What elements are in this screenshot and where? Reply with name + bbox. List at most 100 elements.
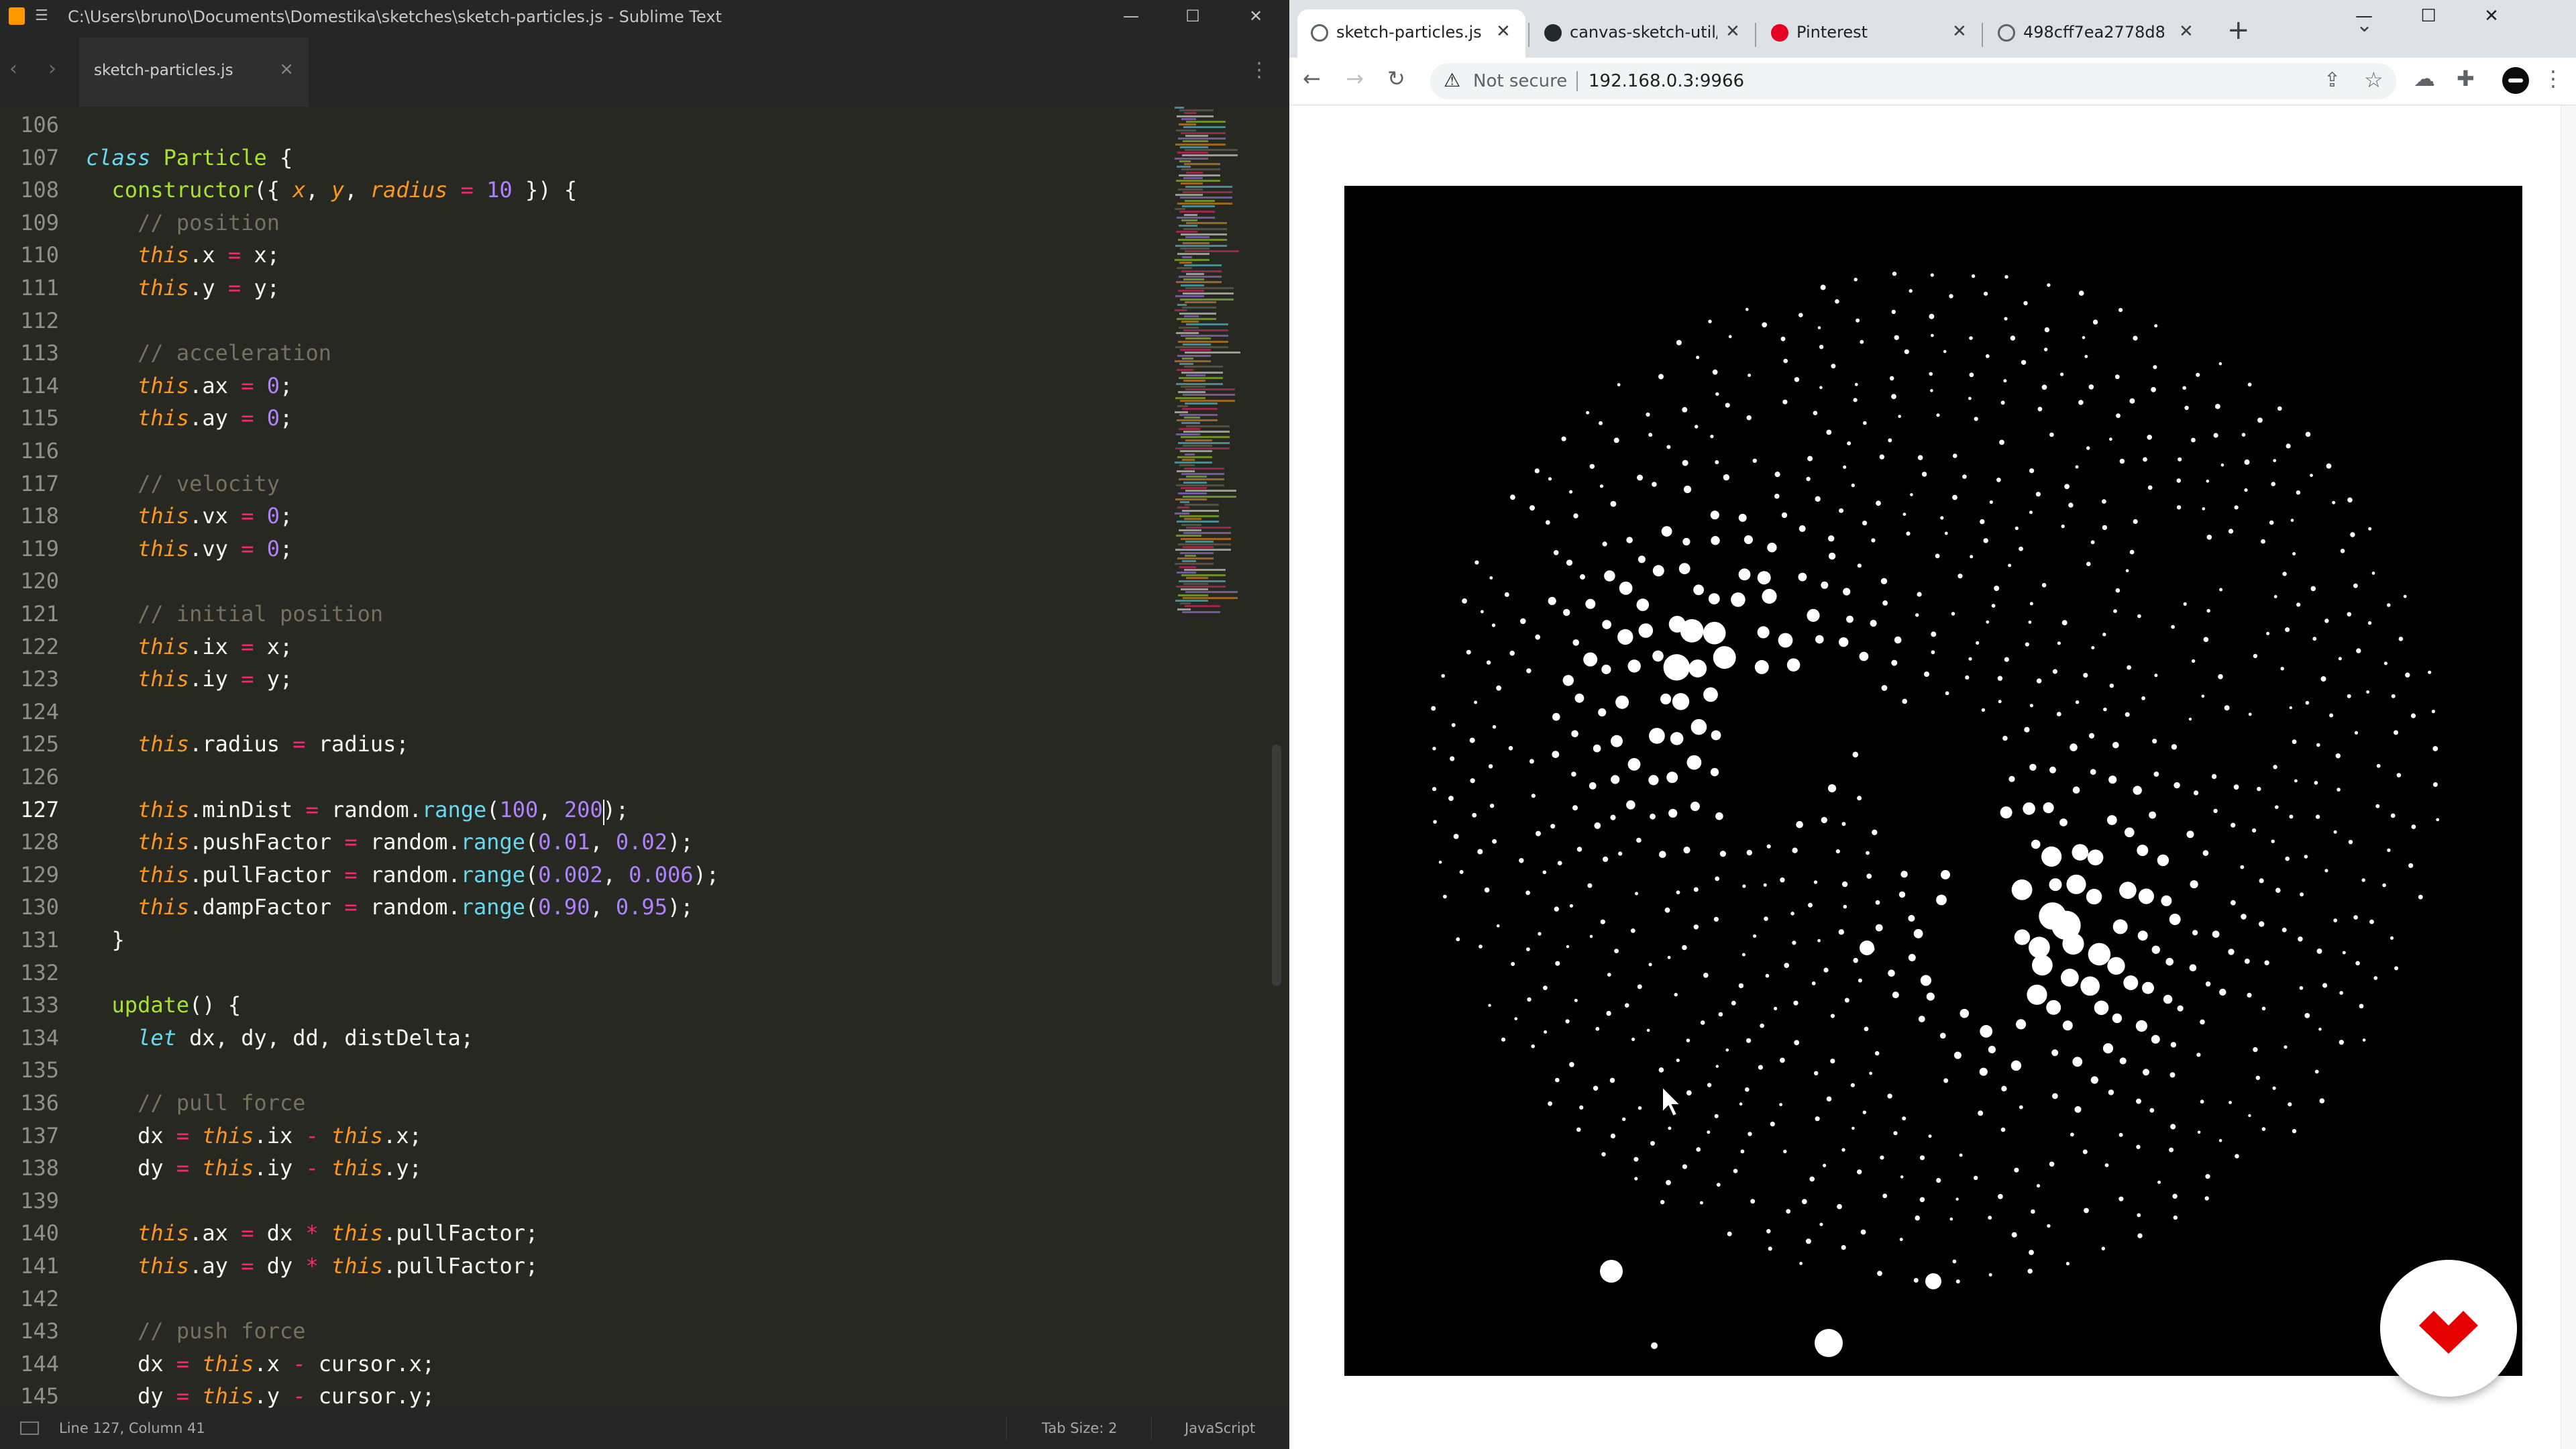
new-tab-button[interactable]: +: [2227, 15, 2250, 46]
close-tab-icon[interactable]: ✕: [1496, 21, 1511, 42]
kebab-menu-icon[interactable]: ⋮: [2542, 66, 2564, 91]
browser-tab-498cff[interactable]: 498cff7ea2778d83b ✕: [1984, 9, 2208, 58]
minimap-line: [1185, 301, 1216, 303]
address-bar[interactable]: ⚠ Not secure 192.168.0.3:9966 ⇪ ☆: [1430, 63, 2396, 99]
particle: [1626, 537, 1633, 543]
particle: [2119, 1057, 2127, 1065]
browser-tab-title: sketch-particles.js: [1336, 23, 1482, 42]
particle: [2049, 1161, 2055, 1167]
editor-vertical-scrollbar[interactable]: [1272, 745, 1281, 986]
tab-size-label[interactable]: Tab Size: 2: [1042, 1420, 1117, 1436]
particle: [2064, 484, 2070, 490]
particle: [1839, 508, 1844, 513]
particle: [2023, 802, 2035, 815]
particle: [2292, 1128, 2297, 1134]
puzzle-icon[interactable]: ✚: [2457, 66, 2475, 91]
particle: [1614, 949, 1619, 953]
reload-icon[interactable]: ↻: [1387, 66, 1405, 91]
close-tab-icon[interactable]: ✕: [2179, 21, 2194, 42]
minimap-line: [1181, 117, 1196, 120]
minimap-line: [1182, 509, 1219, 512]
minimap-line: [1177, 202, 1232, 205]
minimap-line: [1177, 354, 1211, 357]
minimap-line: [1186, 577, 1208, 580]
minimap-line: [1184, 163, 1220, 165]
close-tab-icon[interactable]: ✕: [1725, 21, 1740, 42]
particle: [1983, 538, 1988, 543]
forward-arrow-icon[interactable]: →: [1346, 66, 1364, 91]
particle: [1636, 598, 1650, 611]
close-icon[interactable]: ✕: [1236, 1, 1276, 31]
particle: [1529, 505, 1535, 511]
toggle-panel-icon[interactable]: [20, 1421, 39, 1435]
code-text-area[interactable]: class Particle { constructor({ x, y, rad…: [70, 107, 1170, 1408]
particle: [1971, 274, 1976, 278]
minimap-line: [1183, 126, 1226, 129]
sketch-canvas[interactable]: [1344, 186, 2522, 1376]
particle: [1598, 708, 1607, 716]
particle: [1951, 612, 1955, 616]
sublime-text-logo-icon: [9, 7, 25, 25]
particle: [1574, 693, 1585, 703]
line-number: 136: [20, 1090, 59, 1116]
browser-tab-sketch-particles[interactable]: sketch-particles.js ✕: [1297, 9, 1525, 58]
browser-tab-canvas-sketch-util[interactable]: canvas-sketch-util/r ✕: [1531, 9, 1752, 58]
minimap-line: [1185, 250, 1239, 253]
tab-scroll-right-icon[interactable]: ›: [48, 57, 56, 80]
particle: [2277, 406, 2282, 411]
line-number: 127: [20, 796, 59, 822]
back-arrow-icon[interactable]: ←: [1303, 66, 1321, 91]
particle: [1714, 1114, 1719, 1118]
particle: [2041, 846, 2062, 867]
particle: [2027, 984, 2047, 1005]
particle: [1658, 1067, 1664, 1073]
particle: [1952, 453, 1957, 458]
editor-tab-close-icon[interactable]: ×: [279, 59, 294, 79]
hamburger-menu-icon[interactable]: ☰: [35, 8, 48, 24]
minimap-line: [1179, 478, 1224, 481]
particle: [1715, 876, 1720, 881]
browser-tab-pinterest[interactable]: Pinterest ✕: [1758, 9, 1979, 58]
minimize-icon[interactable]: —: [1111, 1, 1151, 31]
share-icon[interactable]: ⇪: [2324, 68, 2341, 92]
warning-triangle-icon[interactable]: ⚠: [1444, 69, 1460, 91]
particle: [1633, 1157, 1639, 1162]
browser-tab-title: canvas-sketch-util/r: [1570, 23, 1717, 42]
particle: [2202, 850, 2209, 856]
url-text[interactable]: 192.168.0.3:9966: [1589, 71, 1744, 91]
particle: [1774, 1006, 1778, 1010]
particle: [1708, 593, 1720, 604]
particle: [1877, 1271, 1882, 1277]
star-icon[interactable]: ☆: [2364, 67, 2383, 93]
particle: [2347, 612, 2352, 616]
particle: [1606, 1010, 1611, 1016]
particle: [1926, 992, 1935, 1001]
maximize-icon[interactable]: ☐: [2402, 1, 2455, 31]
particle: [1459, 869, 1464, 874]
tab-scroll-left-icon[interactable]: ‹: [9, 57, 17, 80]
particle: [1860, 1229, 1866, 1235]
minimap-line: [1177, 216, 1215, 219]
particle: [1682, 537, 1690, 546]
extension-icon[interactable]: ☁: [2414, 66, 2435, 91]
cursor-position-label[interactable]: Line 127, Column 41: [59, 1420, 205, 1436]
minimize-icon[interactable]: —: [2337, 1, 2391, 31]
close-tab-icon[interactable]: ✕: [1952, 21, 1967, 42]
close-icon[interactable]: ✕: [2465, 1, 2518, 31]
minimap-line: [1185, 185, 1232, 188]
page-scrollbar[interactable]: [2561, 105, 2576, 1449]
tab-overflow-menu-icon[interactable]: ⋮: [1249, 58, 1269, 82]
particle: [1851, 1126, 1855, 1130]
editor-tab-sketch-particles[interactable]: sketch-particles.js ×: [79, 38, 309, 107]
particle: [2338, 657, 2342, 661]
particle: [1609, 1077, 1615, 1083]
particle: [1760, 1023, 1764, 1028]
maximize-icon[interactable]: ☐: [1173, 1, 1213, 31]
particle: [1566, 945, 1570, 949]
syntax-label[interactable]: JavaScript: [1185, 1420, 1255, 1436]
particle: [1542, 870, 1547, 875]
profile-avatar[interactable]: [2502, 67, 2529, 94]
code-minimap[interactable]: [1171, 107, 1265, 616]
particle: [1929, 372, 1933, 376]
security-status-label[interactable]: Not secure: [1473, 71, 1567, 91]
